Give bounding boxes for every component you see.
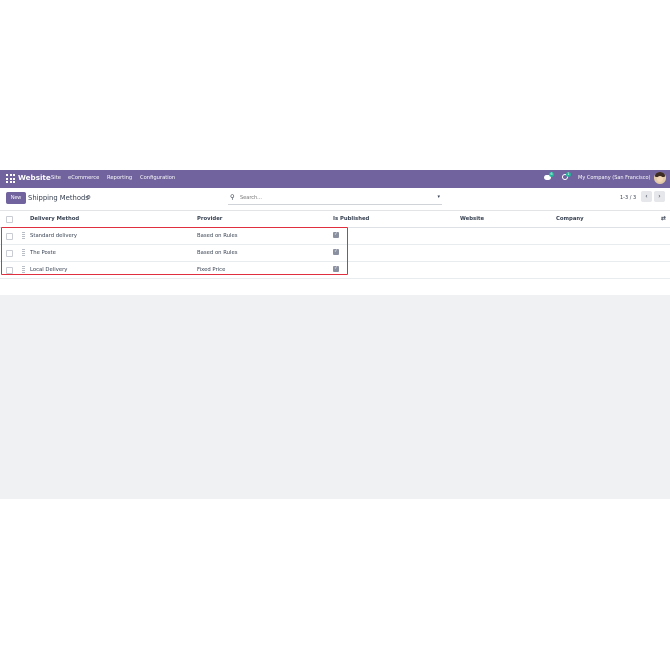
search-bar: ⚲ ▾ [228,192,442,205]
column-website[interactable]: Website [460,216,484,222]
search-input[interactable] [240,193,420,202]
menu-reporting[interactable]: Reporting [107,175,132,181]
row-checkbox[interactable] [6,233,13,240]
apps-menu-icon[interactable] [6,174,15,183]
provider-value: Fixed Price [197,267,226,273]
column-delivery-method[interactable]: Delivery Method [30,216,79,222]
is-published-checkbox[interactable]: ✓ [333,266,339,272]
app-window: Website Site eCommerce Reporting Configu… [0,170,670,499]
row-checkbox[interactable] [6,267,13,274]
row-checkbox[interactable] [6,250,13,257]
select-all-checkbox[interactable] [6,216,13,223]
is-published-checkbox[interactable]: ✓ [333,249,339,255]
column-company[interactable]: Company [556,216,584,222]
empty-row [0,279,670,295]
company-switcher[interactable]: My Company (San Francisco) [578,175,651,181]
drag-handle-icon[interactable] [22,232,25,239]
search-options-chevron-down-icon[interactable]: ▾ [437,194,440,200]
messages-badge: 6 [549,172,554,177]
delivery-method-name: The Poste [30,250,56,256]
table-header: Delivery Method Provider Is Published We… [0,211,670,228]
new-button[interactable]: New [6,192,26,204]
provider-value: Based on Rules [197,233,238,239]
menu-ecommerce[interactable]: eCommerce [68,175,99,181]
table-row[interactable]: Standard delivery Based on Rules ✓ [0,228,670,245]
menu-configuration[interactable]: Configuration [140,175,175,181]
pager-next-icon[interactable]: › [654,191,665,202]
column-is-published[interactable]: Is Published [333,216,369,222]
pager-value[interactable]: 1-3 / 3 [620,195,636,201]
table-row[interactable]: Local Delivery Fixed Price ✓ [0,262,670,279]
control-panel: New Shipping Methods ⚙ ⚲ ▾ 1-3 / 3 ‹ › [0,188,670,211]
delivery-method-name: Local Delivery [30,267,68,273]
top-navbar: Website Site eCommerce Reporting Configu… [0,170,670,188]
drag-handle-icon[interactable] [22,266,25,273]
drag-handle-icon[interactable] [22,249,25,256]
search-icon[interactable]: ⚲ [230,193,235,201]
breadcrumb: Shipping Methods [28,194,89,202]
column-provider[interactable]: Provider [197,216,222,222]
is-published-checkbox[interactable]: ✓ [333,232,339,238]
pager-previous-icon[interactable]: ‹ [641,191,652,202]
delivery-method-name: Standard delivery [30,233,78,239]
table-row[interactable]: The Poste Based on Rules ✓ [0,245,670,262]
activity-badge: 1 [566,172,571,177]
provider-value: Based on Rules [197,250,238,256]
optional-columns-icon[interactable]: ⇄ [661,215,666,222]
shipping-methods-table: Delivery Method Provider Is Published We… [0,211,670,295]
menu-site[interactable]: Site [51,175,61,181]
user-avatar[interactable] [654,172,666,184]
gear-icon[interactable]: ⚙ [86,195,91,201]
app-name[interactable]: Website [18,173,51,182]
